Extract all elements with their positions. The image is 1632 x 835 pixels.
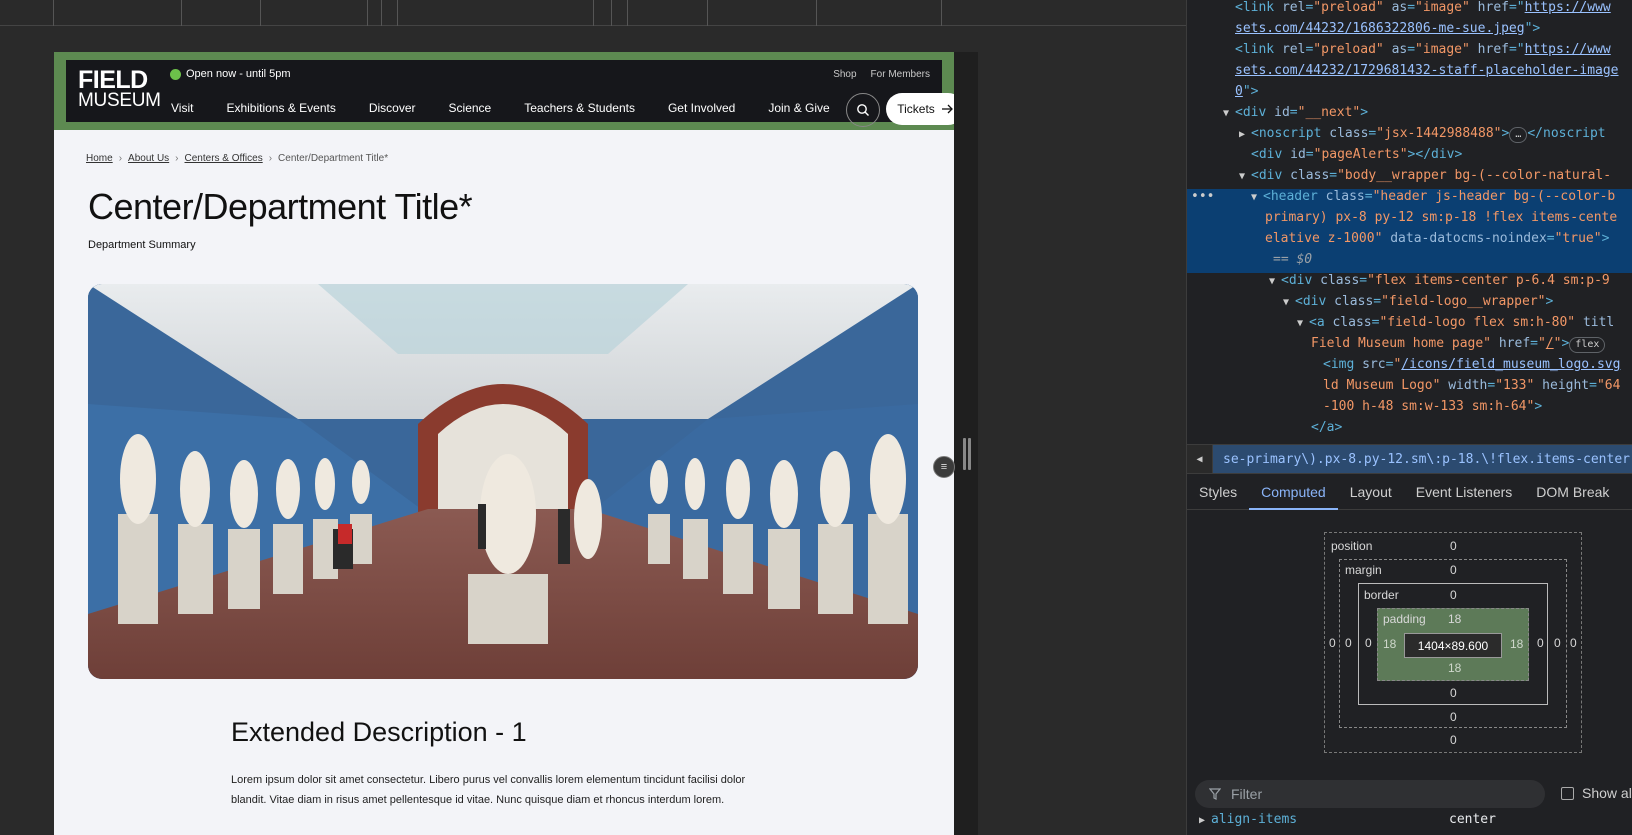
dom-node-cont: 0">: [1235, 84, 1259, 99]
page-summary: Department Summary: [88, 239, 196, 251]
dom-node-cont: Field Museum home page" href="/"> flex: [1187, 336, 1632, 357]
dom-node[interactable]: ▼ <div class="flex items-center p-6.4 sm:…: [1187, 273, 1632, 294]
arrow-right-icon: [941, 104, 953, 114]
element-breadcrumb: ◀ se-primary\).px-8.py-12.sm\:p-18.\!fle…: [1187, 444, 1632, 474]
dom-node-cont: ld Museum Logo" width="133" height="64: [1323, 378, 1621, 393]
shop-link[interactable]: Shop: [833, 69, 856, 80]
filter-input[interactable]: Filter: [1195, 780, 1545, 808]
section-heading: Extended Description - 1: [231, 717, 527, 747]
dom-node[interactable]: <link rel="preload" as="image" href="htt…: [1187, 42, 1632, 63]
chevron-right-icon: ›: [118, 153, 123, 164]
breadcrumb-home[interactable]: Home: [86, 153, 113, 164]
tab-styles[interactable]: Styles: [1187, 476, 1249, 510]
ruler: [0, 0, 1186, 26]
dom-node-cont: sets.com/44232/1686322806-me-sue.jpeg">: [1235, 21, 1541, 36]
field-museum-logo[interactable]: FIELD MUSEUM: [78, 68, 161, 112]
tickets-button[interactable]: Tickets: [886, 93, 954, 125]
dom-node[interactable]: <div id="pageAlerts"></div>: [1187, 147, 1632, 168]
resize-handle[interactable]: [963, 438, 966, 470]
utility-links: Shop For Members: [833, 69, 930, 80]
resize-handle[interactable]: [968, 438, 971, 470]
filter-icon: [1209, 788, 1221, 800]
header-bar: FIELD MUSEUM Open now - until 5pm Shop F…: [66, 60, 954, 127]
search-icon: [857, 104, 869, 116]
open-status: Open now - until 5pm: [170, 68, 291, 80]
box-model-padding: padding 18 18 18 18 1404×89.600: [1377, 608, 1529, 681]
overlay-toggle-icon[interactable]: ≡: [933, 456, 955, 478]
hero-image: [88, 284, 918, 679]
breadcrumb-centers[interactable]: Centers & Offices: [185, 153, 263, 164]
dom-node[interactable]: ▶ <noscript class="jsx-1442988488">… </nos…: [1187, 126, 1632, 147]
search-button[interactable]: [846, 93, 880, 127]
breadcrumb: Home › About Us › Centers & Offices › Ce…: [86, 153, 388, 164]
breadcrumb-current: Center/Department Title*: [278, 153, 389, 164]
main-nav: Visit Exhibitions & Events Discover Scie…: [171, 101, 830, 115]
site-header: FIELD MUSEUM Open now - until 5pm Shop F…: [54, 52, 954, 130]
dom-node[interactable]: ▼ <div class="body__wrapper bg-(--color-n…: [1187, 168, 1632, 189]
dom-node-cont: sets.com/44232/1729681432-staff-placehol…: [1235, 63, 1619, 78]
nav-discover[interactable]: Discover: [369, 101, 416, 115]
computed-property-row[interactable]: ▶ align-items center: [1199, 812, 1629, 827]
dom-node[interactable]: ▼ <div id="__next">: [1187, 105, 1632, 126]
dom-tree: <link rel="preload" as="image" href="htt…: [1187, 0, 1632, 440]
show-all-checkbox[interactable]: Show al: [1561, 785, 1632, 801]
nav-visit[interactable]: Visit: [171, 101, 193, 115]
dom-node[interactable]: </a>: [1187, 420, 1632, 441]
box-model-margin: margin 0 0 0 0 border 0 0 0 0 padding 18…: [1339, 559, 1567, 728]
dom-node[interactable]: <link rel="preload" as="image" href="htt…: [1187, 0, 1632, 21]
tab-event-listeners[interactable]: Event Listeners: [1404, 476, 1525, 510]
nav-get-involved[interactable]: Get Involved: [668, 101, 735, 115]
page: FIELD MUSEUM Open now - until 5pm Shop F…: [54, 52, 954, 835]
page-title: Center/Department Title*: [88, 186, 473, 227]
chevron-right-icon: ›: [175, 153, 179, 164]
chevron-right-icon: ›: [268, 153, 273, 164]
selected-crumb[interactable]: se-primary\).px-8.py-12.sm\:p-18.\!flex.…: [1213, 445, 1632, 473]
box-model: position 0 0 0 0 margin 0 0 0 0 border 0…: [1324, 532, 1582, 753]
tab-computed[interactable]: Computed: [1249, 476, 1338, 510]
dom-node-selected[interactable]: ••• ▼ <header class="header js-header bg-(…: [1187, 189, 1632, 210]
dom-node[interactable]: ▼ <a class="field-logo flex sm:h-80" titl: [1187, 315, 1632, 336]
dom-node-selected-cont: primary) px-8 py-12 sm:p-18 !flex items-…: [1187, 210, 1632, 231]
nav-science[interactable]: Science: [449, 101, 492, 115]
tab-layout[interactable]: Layout: [1338, 476, 1404, 510]
breadcrumb-about[interactable]: About Us: [128, 153, 169, 164]
dom-node-cont: -100 h-48 sm:w-133 sm:h-64">: [1323, 399, 1543, 414]
box-model-content[interactable]: 1404×89.600: [1404, 633, 1502, 658]
section-body: Lorem ipsum dolor sit amet consectetur. …: [231, 774, 746, 806]
gallery-photo: [88, 284, 918, 679]
dom-node[interactable]: <img src="/icons/field_museum_logo.svg: [1187, 357, 1632, 378]
dom-node-selected-cont: == $0: [1187, 252, 1632, 273]
tab-dom-breakpoints[interactable]: DOM Break: [1524, 476, 1621, 510]
nav-teachers[interactable]: Teachers & Students: [524, 101, 635, 115]
sidebar-tabs: Styles Computed Layout Event Listeners D…: [1187, 476, 1632, 510]
viewport-area: FIELD MUSEUM Open now - until 5pm Shop F…: [0, 0, 1186, 835]
chevron-left-icon[interactable]: ◀: [1187, 445, 1213, 473]
members-link[interactable]: For Members: [871, 69, 930, 80]
checkbox-icon: [1561, 786, 1574, 800]
box-model-border: border 0 0 0 0 padding 18 18 18 18 1404×…: [1358, 583, 1548, 705]
dom-node-selected-cont: elative z-1000" data-datocms-noindex="tr…: [1187, 231, 1632, 252]
viewport-gutter: [954, 52, 978, 835]
clock-icon: [170, 68, 181, 80]
devtools-panel: <link rel="preload" as="image" href="htt…: [1186, 0, 1632, 835]
nav-join-give[interactable]: Join & Give: [768, 101, 829, 115]
nav-exhibitions[interactable]: Exhibitions & Events: [226, 101, 335, 115]
dom-node[interactable]: ▼ <div class="field-logo__wrapper">: [1187, 294, 1632, 315]
